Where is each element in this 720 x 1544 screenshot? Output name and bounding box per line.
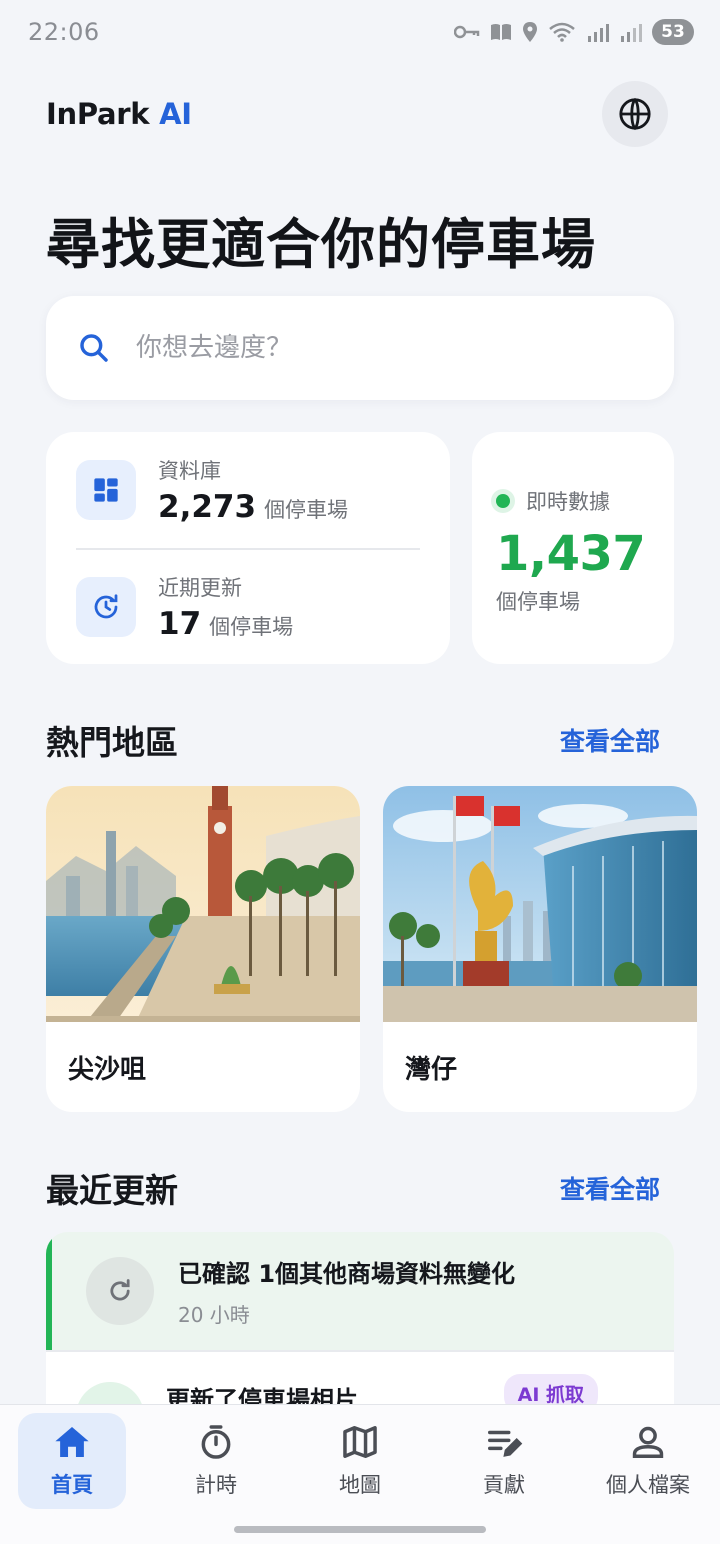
view-all-link[interactable]: 查看全部: [560, 722, 660, 758]
stat-unit: 個停車場: [209, 615, 294, 639]
search-bar[interactable]: [46, 296, 674, 400]
signal-icon: [621, 24, 642, 42]
nav-label: 地圖: [339, 1473, 381, 1497]
update-item[interactable]: 已確認 1個其他商場資料無變化 20 小時: [46, 1232, 674, 1350]
update-title: 已確認 1個其他商場資料無變化: [178, 1260, 516, 1288]
live-unit: 個停車場: [496, 590, 580, 614]
updates-section-header: 最近更新 查看全部: [46, 1164, 660, 1212]
signal-roaming-icon: [588, 24, 609, 42]
district-card-wan-chai[interactable]: 灣仔: [383, 786, 697, 1112]
district-name: 尖沙咀: [68, 1054, 147, 1085]
page-title: 尋找更適合你的停車場: [46, 213, 596, 276]
status-time: 22:06: [28, 18, 100, 46]
live-value: 1,437: [496, 526, 646, 582]
vpn-key-icon: [454, 25, 480, 39]
book-icon: [491, 24, 511, 40]
dashboard-icon: [76, 460, 136, 520]
update-item[interactable]: 更新了停車場相片 AI 抓取: [46, 1350, 674, 1404]
nav-label: 個人檔案: [606, 1473, 690, 1497]
district-image: [383, 786, 697, 1022]
status-icons: 53: [454, 19, 694, 45]
stat-unit: 個停車場: [264, 498, 349, 522]
contribute-icon: [488, 1430, 523, 1457]
nav-label: 計時: [195, 1473, 237, 1497]
stat-label: 近期更新: [158, 576, 242, 600]
section-title: 熱門地區: [46, 723, 178, 762]
wifi-icon: [549, 22, 575, 42]
stat-recent[interactable]: 近期更新 17 個停車場: [76, 548, 420, 664]
district-image: [46, 786, 360, 1022]
brand-name: InPark: [46, 97, 150, 131]
nav-label: 貢獻: [483, 1473, 525, 1497]
stat-value: 2,273: [158, 489, 257, 525]
nav-contribute[interactable]: 貢獻: [450, 1413, 558, 1509]
home-indicator: [234, 1526, 486, 1533]
live-status-dot: [496, 494, 510, 508]
nav-label: 首頁: [51, 1473, 93, 1497]
district-name: 灣仔: [405, 1054, 458, 1085]
status-bar: 22:06 53: [0, 0, 720, 64]
nav-profile[interactable]: 個人檔案: [594, 1413, 702, 1509]
search-input[interactable]: [136, 333, 596, 363]
stat-value: 17: [158, 606, 202, 642]
nav-map[interactable]: 地圖: [306, 1413, 414, 1509]
profile-icon: [632, 1426, 664, 1458]
app-header: InPark AI: [46, 80, 674, 148]
update-time: 20 小時: [178, 1303, 250, 1327]
live-data-card[interactable]: 即時數據 1,437 個停車場: [472, 432, 674, 664]
ai-badge: AI 抓取: [503, 1374, 598, 1404]
search-icon: [80, 334, 108, 362]
app-logo: InPark AI: [46, 97, 192, 131]
bottom-nav: 首頁 計時 地圖 貢獻 個人檔案: [0, 1404, 720, 1544]
home-icon: [55, 1426, 89, 1458]
live-label: 即時數據: [526, 490, 610, 514]
location-icon: [523, 22, 537, 42]
stat-database[interactable]: 資料庫 2,273 個停車場: [76, 432, 420, 548]
timer-icon: [201, 1425, 231, 1459]
language-button[interactable]: [602, 81, 668, 147]
district-carousel[interactable]: 尖沙咀 灣仔: [46, 786, 720, 1112]
district-card-tsim-sha-tsui[interactable]: 尖沙咀: [46, 786, 360, 1112]
stat-label: 資料庫: [158, 459, 221, 483]
nav-home[interactable]: 首頁: [18, 1413, 126, 1509]
photo-update-icon: [76, 1382, 144, 1404]
section-title: 最近更新: [46, 1171, 178, 1210]
update-title: 更新了停車場相片: [166, 1386, 358, 1404]
globe-icon: [619, 97, 651, 131]
battery-indicator: 53: [652, 19, 694, 45]
brand-accent: AI: [159, 97, 192, 131]
popular-section-header: 熱門地區 查看全部: [46, 716, 660, 764]
view-all-link[interactable]: 查看全部: [560, 1170, 660, 1206]
nav-timer[interactable]: 計時: [162, 1413, 270, 1509]
stats-card: 資料庫 2,273 個停車場 近期更新 17 個停車場: [46, 432, 450, 664]
refresh-icon: [86, 1257, 154, 1325]
history-icon: [76, 577, 136, 637]
map-icon: [343, 1426, 377, 1458]
update-list: 已確認 1個其他商場資料無變化 20 小時 更新了停車場相片 AI 抓取: [46, 1232, 674, 1404]
